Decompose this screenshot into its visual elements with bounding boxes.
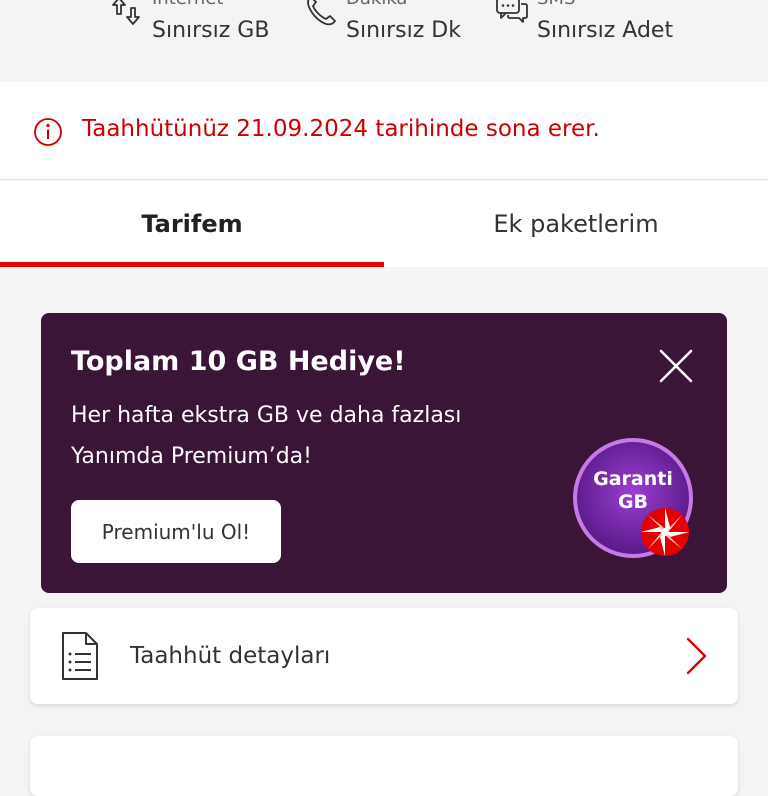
premium-cta-button[interactable]: Premium'lu Ol! [71,500,281,563]
promo-description-line-1: Her hafta ekstra GB ve daha fazlası [71,403,462,428]
tariff-summary: İnternet Sınırsız GB Dakika Sınırsız Dk … [0,0,768,82]
next-list-item[interactable] [30,736,738,796]
taahhut-details-item[interactable]: Taahhüt detayları [30,608,738,704]
commitment-notice: Taahhütünüz 21.09.2024 tarihinde sona er… [0,82,768,180]
premium-promo-banner: Toplam 10 GB Hediye! Her hafta ekstra GB… [41,313,727,593]
dakika-value: Sınırsız Dk [346,18,461,43]
taahhut-details-label: Taahhüt detayları [130,643,331,669]
badge-line-2: GB [617,491,649,513]
promo-description-line-2: Yanımda Premium’da! [71,444,312,469]
internet-value: Sınırsız GB [152,18,270,43]
tab-tarifem[interactable]: Tarifem [0,181,384,267]
sms-value: Sınırsız Adet [537,18,674,43]
document-icon [62,632,98,680]
chevron-right-icon [686,637,707,675]
promo-title: Toplam 10 GB Hediye! [71,346,406,377]
close-icon[interactable] [653,343,699,389]
badge-text: Garanti GB [571,468,695,514]
chat-bubbles-icon [496,0,528,23]
internet-label: İnternet [152,0,223,9]
info-icon [34,118,62,146]
phone-icon [307,0,336,26]
commitment-notice-text: Taahhütünüz 21.09.2024 tarihinde sona er… [82,116,600,142]
sms-label: SMS [537,0,575,9]
promo-description: Her hafta ekstra GB ve daha fazlası Yanı… [71,395,541,477]
data-transfer-icon [112,0,140,25]
badge-line-1: Garanti [593,468,673,490]
tab-ek-paketlerim[interactable]: Ek paketlerim [384,181,768,267]
dakika-label: Dakika [346,0,407,9]
tab-bar: Tarifem Ek paketlerim [0,181,768,267]
